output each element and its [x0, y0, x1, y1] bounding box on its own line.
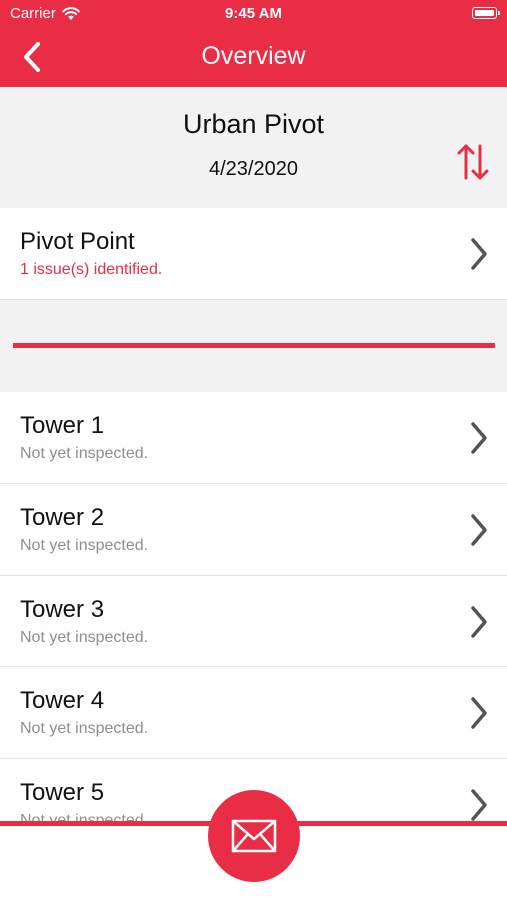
mail-icon: [231, 819, 277, 853]
row-status: Not yet inspected.: [20, 537, 149, 554]
nav-bar: Overview: [0, 28, 507, 87]
sort-arrows-icon: [457, 144, 489, 180]
divider-line: [13, 343, 495, 348]
tower-row[interactable]: Tower 2 Not yet inspected.: [0, 484, 507, 576]
chevron-right-icon: [471, 606, 487, 638]
battery-icon: [472, 7, 500, 19]
chevron-right-icon: [471, 697, 487, 729]
pivot-name: Urban Pivot: [182, 109, 325, 139]
chevron-right-icon: [471, 789, 487, 821]
issue-status: 1 issue(s) identified.: [20, 261, 163, 278]
row-title: Tower 3: [20, 596, 105, 623]
chevron-right-icon: [471, 422, 487, 454]
row-title: Pivot Point: [20, 228, 135, 255]
row-status: Not yet inspected.: [20, 720, 149, 737]
chevron-right-icon: [471, 238, 487, 270]
sort-button[interactable]: [457, 142, 489, 182]
pivot-header: Urban Pivot 4/23/2020: [0, 87, 507, 208]
email-report-button[interactable]: [208, 790, 300, 882]
row-status: Not yet inspected.: [20, 629, 149, 646]
row-title: Tower 5: [20, 779, 105, 806]
row-title: Tower 2: [20, 504, 105, 531]
tower-row[interactable]: Tower 3 Not yet inspected.: [0, 576, 507, 667]
row-title: Tower 1: [20, 412, 105, 439]
section-divider: [0, 300, 507, 392]
overview-screen: Carrier 9:45 AM Overview Urban Pivot 4/2…: [0, 0, 507, 900]
tower-row[interactable]: Tower 1 Not yet inspected.: [0, 392, 507, 484]
chevron-right-icon: [471, 514, 487, 546]
row-title: Tower 4: [20, 687, 105, 714]
status-time: 9:45 AM: [225, 5, 282, 22]
status-bar: Carrier 9:45 AM: [0, 0, 507, 28]
row-status: Not yet inspected.: [20, 445, 149, 462]
inspection-date: 4/23/2020: [209, 158, 298, 180]
nav-title: Overview: [201, 42, 306, 70]
pivot-point-row[interactable]: Pivot Point 1 issue(s) identified.: [0, 208, 507, 300]
tower-row[interactable]: Tower 4 Not yet inspected.: [0, 667, 507, 759]
